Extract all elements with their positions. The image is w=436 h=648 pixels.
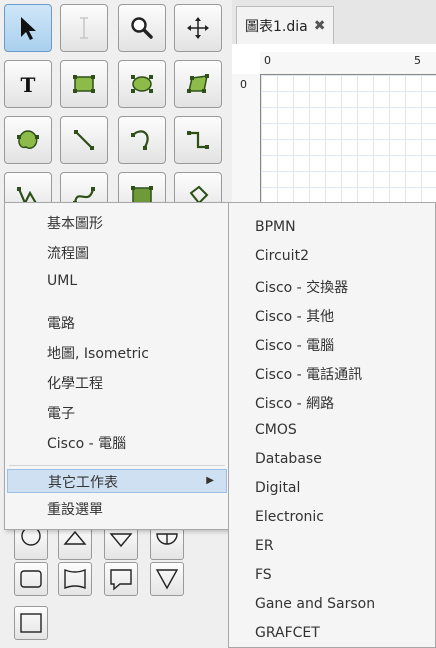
shape-document[interactable] xyxy=(58,562,92,596)
submenu-item[interactable]: Cisco - 其他 xyxy=(255,306,334,326)
menu-item-uml[interactable]: UML xyxy=(47,273,77,289)
submenu-arrow-icon: ▶ xyxy=(206,475,214,486)
circle-shape-icon xyxy=(21,530,41,546)
shape-merge[interactable] xyxy=(150,562,184,596)
magnify-tool[interactable] xyxy=(118,4,166,52)
shape-circle-x[interactable] xyxy=(14,526,48,560)
triangle-down-icon xyxy=(109,533,133,548)
text-tool[interactable]: T xyxy=(4,60,52,108)
menu-item-basic-shapes[interactable]: 基本圖形 xyxy=(47,213,103,233)
canvas-grid xyxy=(261,75,436,210)
menu-item-map-isometric[interactable]: 地圖, Isometric xyxy=(47,343,149,363)
zigzag-line-icon xyxy=(187,131,209,149)
ellipse-tool[interactable] xyxy=(118,60,166,108)
half-circle-icon xyxy=(156,533,178,545)
submenu-item[interactable]: Cisco - 交換器 xyxy=(255,277,348,297)
line-tool[interactable] xyxy=(60,116,108,164)
ruler-label-0: 0 xyxy=(264,54,271,67)
menu-item-chemical-engineering[interactable]: 化學工程 xyxy=(47,373,103,393)
other-sheets-submenu: BPMN Circuit2 Cisco - 交換器 Cisco - 其他 Cis… xyxy=(228,202,436,648)
move-icon xyxy=(187,17,209,39)
shape-triangle-down[interactable] xyxy=(104,526,138,560)
box-icon xyxy=(73,75,95,93)
arc-icon xyxy=(131,130,149,150)
submenu-item[interactable]: Cisco - 網路 xyxy=(255,393,334,413)
document-shape-icon xyxy=(64,568,86,590)
sheet-menu: 基本圖形 流程圖 UML 電路 地圖, Isometric 化學工程 電子 Ci… xyxy=(4,202,230,530)
beziergon-icon xyxy=(17,130,39,149)
pointer-tool[interactable] xyxy=(4,4,52,52)
triangle-up-icon xyxy=(63,530,87,545)
menu-separator xyxy=(9,465,225,466)
submenu-item[interactable]: Circuit2 xyxy=(255,248,309,264)
menu-item-electronics[interactable]: 電子 xyxy=(47,403,75,423)
polygon-icon xyxy=(187,74,209,93)
ellipse-icon xyxy=(131,75,153,93)
vertical-ruler: 0 xyxy=(232,74,261,210)
tab-title: 圖表1.dia xyxy=(245,18,308,35)
vruler-label-0: 0 xyxy=(240,78,247,91)
horizontal-ruler: 0 5 xyxy=(260,52,436,75)
submenu-item[interactable]: Gane and Sarson xyxy=(255,596,375,612)
line-icon xyxy=(74,130,94,150)
menu-item-other-sheets[interactable]: 其它工作表 ▶ xyxy=(7,469,227,493)
submenu-item[interactable]: Electronic xyxy=(255,509,324,525)
scroll-tool[interactable] xyxy=(174,4,222,52)
submenu-item[interactable]: Digital xyxy=(255,480,300,496)
diagram-canvas[interactable]: 0 5 0 xyxy=(232,44,436,210)
text-cursor-icon xyxy=(80,17,88,39)
rounded-rect-icon xyxy=(20,570,42,588)
menu-item-circuit[interactable]: 電路 xyxy=(47,313,75,333)
submenu-item[interactable]: FS xyxy=(255,567,272,583)
close-icon[interactable]: ✖ xyxy=(314,18,326,34)
shape-half-circle[interactable] xyxy=(150,526,184,560)
shape-triangle-up[interactable] xyxy=(58,526,92,560)
submenu-item[interactable]: BPMN xyxy=(255,219,296,235)
pointer-icon xyxy=(21,17,36,40)
shape-rounded-rect[interactable] xyxy=(14,562,48,596)
polygon-tool[interactable] xyxy=(174,60,222,108)
box-tool[interactable] xyxy=(60,60,108,108)
menu-item-reset-menu[interactable]: 重設選單 xyxy=(47,499,103,519)
menu-item-flowchart[interactable]: 流程圖 xyxy=(47,243,89,263)
submenu-item[interactable]: Cisco - 電話通訊 xyxy=(255,364,362,384)
ruler-label-5: 5 xyxy=(414,54,421,67)
shape-callout[interactable] xyxy=(104,562,138,596)
submenu-item[interactable]: GRAFCET xyxy=(255,625,320,641)
menu-item-cisco-computer[interactable]: Cisco - 電腦 xyxy=(47,433,126,453)
beziergon-tool[interactable] xyxy=(4,116,52,164)
text-tool-icon: T xyxy=(21,73,36,97)
arc-tool[interactable] xyxy=(118,116,166,164)
merge-shape-icon xyxy=(155,569,179,590)
callout-shape-icon xyxy=(110,569,132,591)
tab-bar: 圖表1.dia ✖ xyxy=(232,0,436,45)
shape-rectangle[interactable] xyxy=(14,606,48,640)
text-edit-tool[interactable] xyxy=(60,4,108,52)
submenu-item[interactable]: CMOS xyxy=(255,422,297,438)
magnify-icon xyxy=(131,17,153,39)
zigzag-line-tool[interactable] xyxy=(174,116,222,164)
rectangle-shape-icon xyxy=(20,613,42,633)
submenu-item[interactable]: ER xyxy=(255,538,274,554)
submenu-item[interactable]: Cisco - 電腦 xyxy=(255,335,334,355)
svg-text:T: T xyxy=(21,73,36,97)
other-sheets-label: 其它工作表 xyxy=(48,475,118,491)
submenu-item[interactable]: Database xyxy=(255,451,322,467)
tab-diagram[interactable]: 圖表1.dia ✖ xyxy=(236,6,335,44)
